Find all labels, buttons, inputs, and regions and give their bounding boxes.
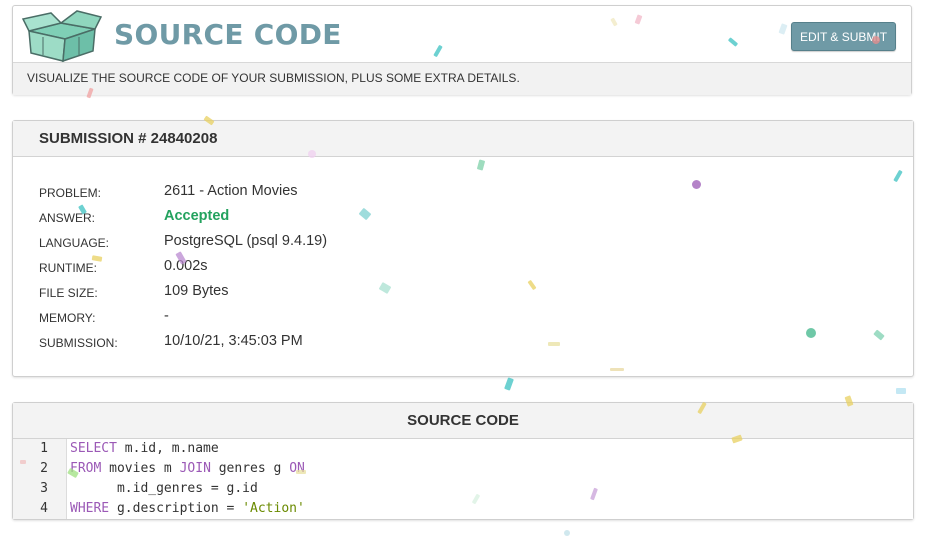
answer-status: Accepted xyxy=(164,208,230,224)
sql-token: genres g xyxy=(210,461,290,476)
submission-heading: SUBMISSION # 24840208 xyxy=(13,121,913,157)
file-size-value: 109 Bytes xyxy=(164,283,229,299)
code-line: 3 m.id_genres = g.id xyxy=(13,479,913,499)
sql-string: 'Action' xyxy=(242,501,305,516)
detail-label: MEMORY: xyxy=(39,311,96,325)
confetti-piece xyxy=(504,377,514,391)
detail-row-language: LANGUAGE: PostgreSQL (psql 9.4.19) xyxy=(39,232,639,252)
memory-value: - xyxy=(164,308,169,324)
sql-keyword: ON xyxy=(289,461,305,476)
confetti-piece xyxy=(564,530,570,536)
language-value: PostgreSQL (psql 9.4.19) xyxy=(164,233,328,249)
code-text: WHERE g.description = 'Action' xyxy=(70,499,305,519)
edit-submit-button[interactable]: EDIT & SUBMIT xyxy=(791,22,896,51)
line-number: 3 xyxy=(40,481,48,496)
sql-token: m.id, m.name xyxy=(116,441,219,456)
sql-keyword: JOIN xyxy=(179,461,211,476)
detail-row-submission: SUBMISSION: 10/10/21, 3:45:03 PM xyxy=(39,332,639,352)
detail-label: LANGUAGE: xyxy=(39,236,110,250)
line-number: 4 xyxy=(40,501,48,516)
detail-row-memory: MEMORY: - xyxy=(39,307,639,327)
code-line: 4 WHERE g.description = 'Action' xyxy=(13,499,913,519)
detail-label: PROBLEM: xyxy=(39,186,102,200)
code-editor[interactable]: 1 SELECT m.id, m.name 2 FROM movies m JOIN … xyxy=(13,439,913,519)
detail-row-runtime: RUNTIME: 0.002s xyxy=(39,257,639,277)
detail-label: ANSWER: xyxy=(39,211,96,225)
confetti-piece xyxy=(896,388,906,394)
code-text: SELECT m.id, m.name xyxy=(70,439,219,459)
code-line: 1 SELECT m.id, m.name xyxy=(13,439,913,459)
source-code-heading: SOURCE CODE xyxy=(13,403,913,439)
header-panel: SOURCE CODE EDIT & SUBMIT VISUALIZE THE … xyxy=(12,5,912,95)
sql-keyword: WHERE xyxy=(70,501,110,516)
line-number: 1 xyxy=(40,441,48,456)
detail-label: RUNTIME: xyxy=(39,261,97,275)
code-text: m.id_genres = g.id xyxy=(70,479,258,499)
sql-token: m.id_genres = g.id xyxy=(70,481,258,496)
detail-row-answer: ANSWER: Accepted xyxy=(39,207,639,227)
header-bar: SOURCE CODE EDIT & SUBMIT xyxy=(13,6,911,63)
sql-keyword: SELECT xyxy=(70,441,117,456)
detail-label: SUBMISSION: xyxy=(39,336,118,350)
submission-date-value: 10/10/21, 3:45:03 PM xyxy=(164,333,303,349)
sql-token: movies m xyxy=(101,461,180,476)
submission-panel: SUBMISSION # 24840208 PROBLEM: 2611 - Ac… xyxy=(12,120,914,377)
problem-link[interactable]: 2611 - Action Movies xyxy=(164,183,298,199)
page-subtitle: VISUALIZE THE SOURCE CODE OF YOUR SUBMIS… xyxy=(13,63,911,95)
open-box-logo-icon xyxy=(21,10,103,63)
source-code-panel: SOURCE CODE 1 SELECT m.id, m.name 2 FROM mo… xyxy=(12,402,914,520)
code-text: FROM movies m JOIN genres g ON xyxy=(70,459,305,479)
detail-row-problem: PROBLEM: 2611 - Action Movies xyxy=(39,182,639,202)
page-title: SOURCE CODE xyxy=(114,18,342,51)
sql-keyword: FROM xyxy=(70,461,102,476)
code-line: 2 FROM movies m JOIN genres g ON xyxy=(13,459,913,479)
runtime-value: 0.002s xyxy=(164,258,208,274)
detail-label: FILE SIZE: xyxy=(39,286,98,300)
sql-token: g.description = xyxy=(109,501,243,516)
line-number: 2 xyxy=(40,461,48,476)
detail-row-file-size: FILE SIZE: 109 Bytes xyxy=(39,282,639,302)
